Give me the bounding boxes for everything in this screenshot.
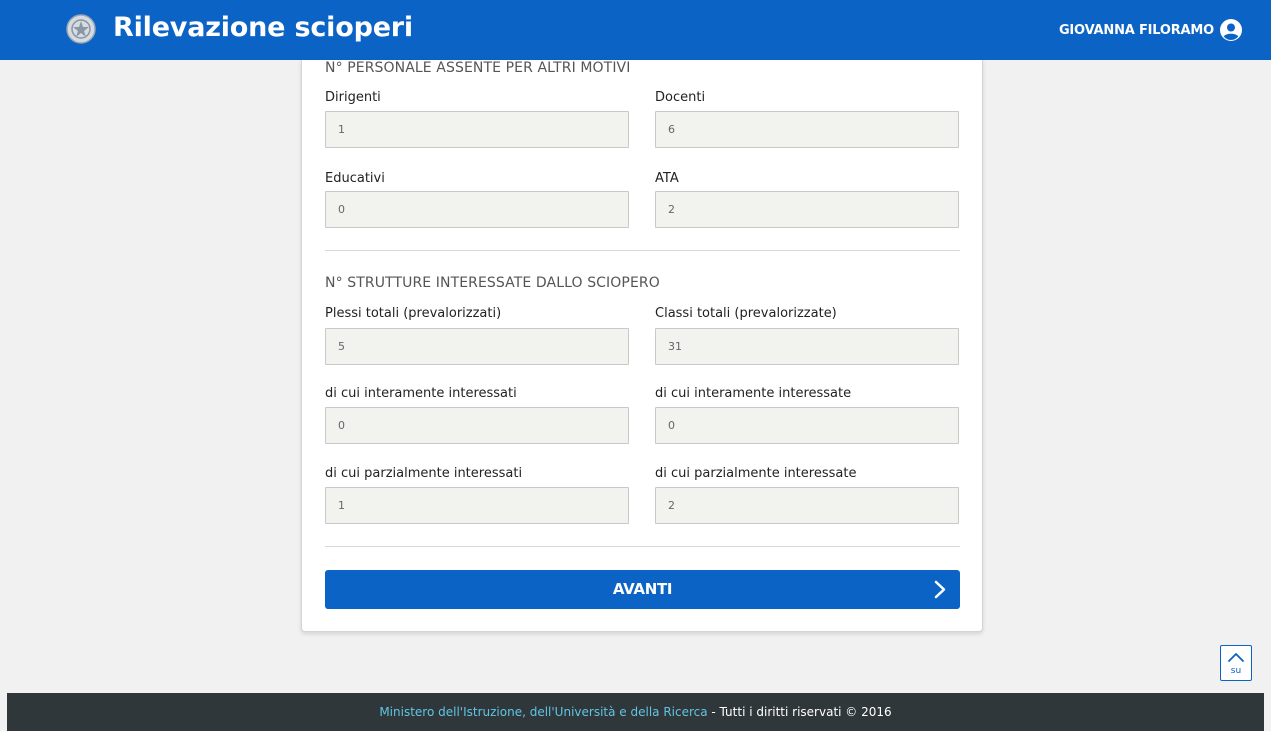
field-plessi-totali[interactable]: 5 [325,328,629,365]
label-ata: ATA [655,171,679,186]
user-name: GIOVANNA FILORAMO [1058,22,1214,38]
field-ata[interactable]: 2 [655,191,959,228]
top-bar: Rilevazione scioperi GIOVANNA FILORAMO [0,0,1271,60]
label-plessi-interamente: di cui interamente interessati [325,386,517,401]
label-classi-interamente: di cui interamente interessate [655,386,852,401]
section-title-structures: N° STRUTTURE INTERESSATE DALLO SCIOPERO [325,275,660,291]
label-plessi-totali: Plessi totali (prevalorizzati) [325,306,502,321]
label-classi-totali: Classi totali (prevalorizzate) [655,306,837,321]
avanti-button[interactable]: AVANTI [325,570,960,609]
chevron-up-icon [1228,653,1244,662]
field-classi-totali[interactable]: 31 [655,328,959,365]
label-educativi: Educativi [325,171,385,186]
field-docenti[interactable]: 6 [655,111,959,148]
field-dirigenti[interactable]: 1 [325,111,629,148]
label-plessi-parzialmente: di cui parzialmente interessati [325,466,523,481]
user-menu[interactable]: GIOVANNA FILORAMO [1059,19,1242,41]
field-plessi-interamente[interactable]: 0 [325,407,629,444]
field-educativi[interactable]: 0 [325,191,629,228]
avanti-button-label: AVANTI [612,580,673,598]
footer-ministry-link[interactable]: Ministero dell'Istruzione, dell'Universi… [379,705,707,719]
divider [325,250,960,251]
footer: Ministero dell'Istruzione, dell'Universi… [7,693,1264,731]
form-card: N° PERSONALE ASSENTE PER ALTRI MOTIVI Di… [301,60,983,632]
divider [325,546,960,547]
emblem-icon [66,14,96,44]
label-docenti: Docenti [655,90,706,105]
label-dirigenti: Dirigenti [325,90,381,105]
back-to-top-button[interactable]: su [1220,645,1252,681]
user-circle-icon [1220,19,1242,41]
field-classi-parzialmente[interactable]: 2 [655,487,959,524]
field-plessi-parzialmente[interactable]: 1 [325,487,629,524]
back-to-top-label: su [1230,666,1242,676]
app-title: Rilevazione scioperi [113,12,413,43]
chevron-right-icon [934,580,946,599]
label-classi-parzialmente: di cui parzialmente interessate [655,466,857,481]
footer-copyright: - Tutti i diritti riservati © 2016 [707,705,892,719]
field-classi-interamente[interactable]: 0 [655,407,959,444]
section-title-absent-staff: N° PERSONALE ASSENTE PER ALTRI MOTIVI [325,60,631,76]
